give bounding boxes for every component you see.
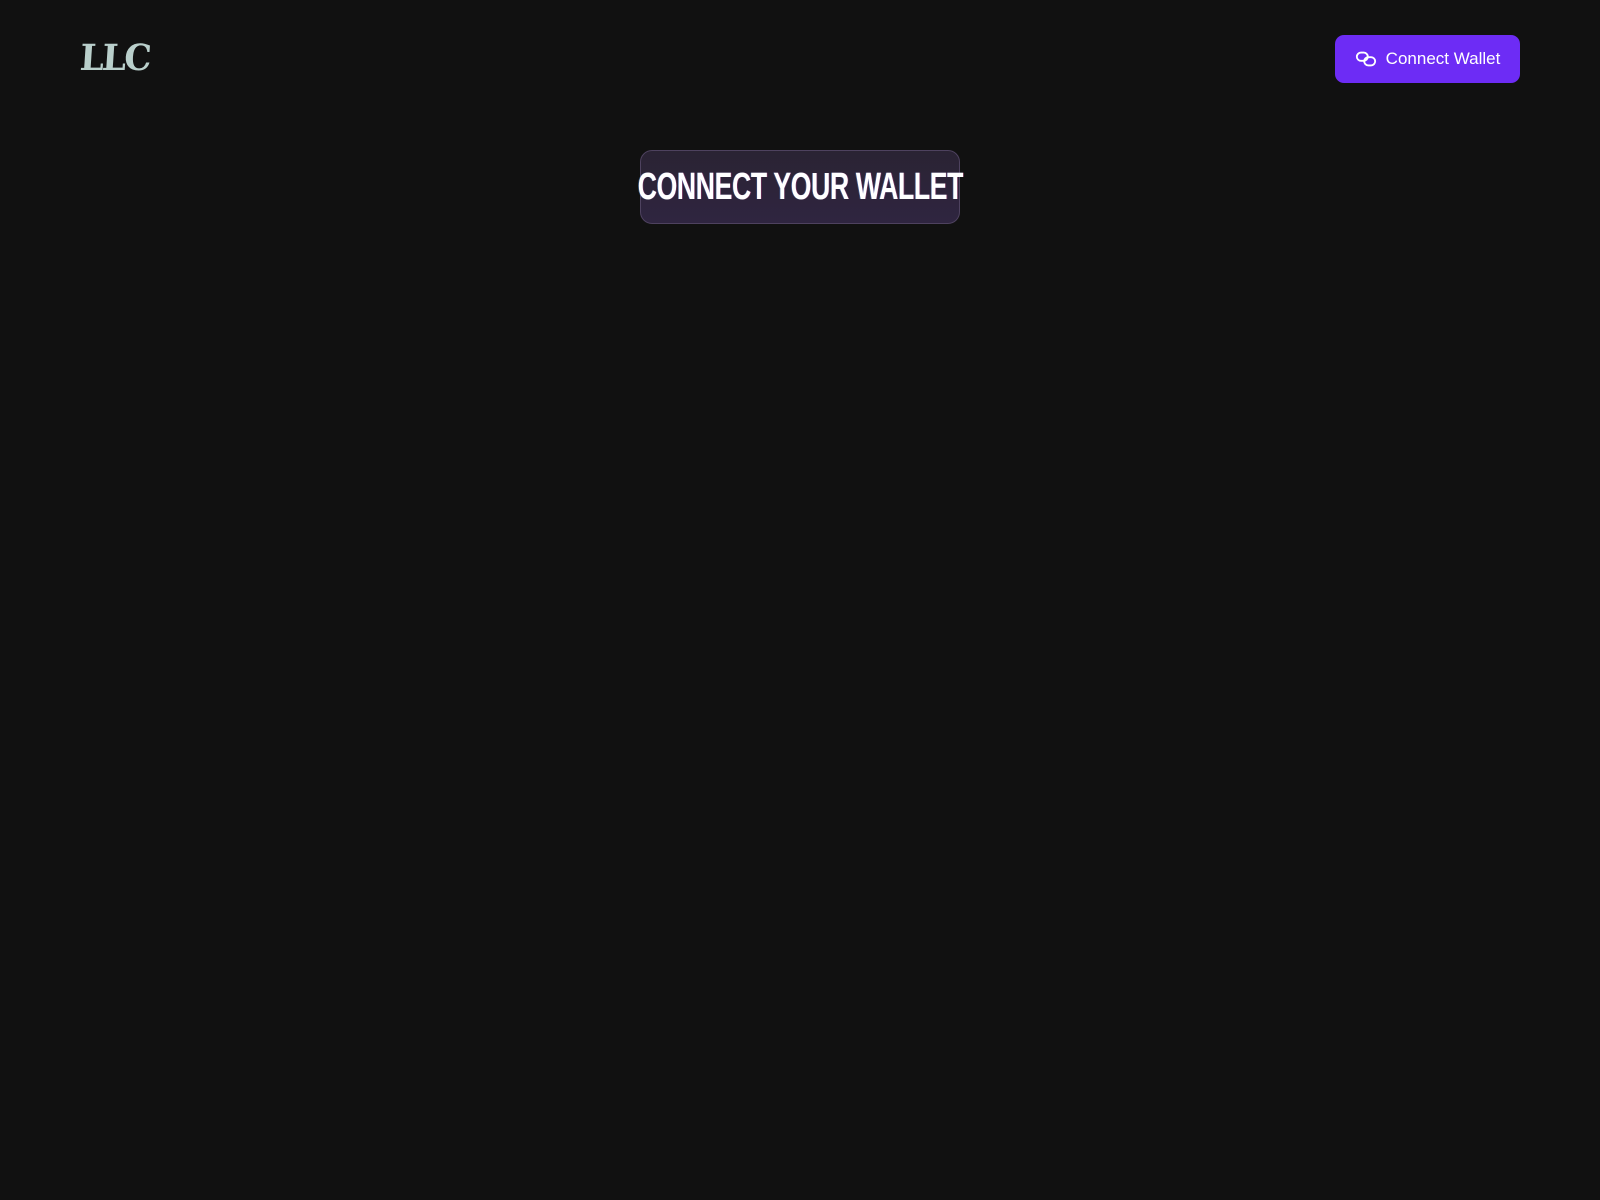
page-title: CONNECT YOUR WALLET — [637, 166, 963, 208]
connect-wallet-banner: CONNECT YOUR WALLET — [637, 150, 963, 224]
header: LLC Connect Wallet — [0, 0, 1600, 120]
logo[interactable]: LLC — [79, 37, 151, 79]
connect-wallet-button[interactable]: Connect Wallet — [1335, 35, 1520, 83]
link-icon — [1355, 48, 1377, 70]
connect-wallet-label: Connect Wallet — [1385, 49, 1501, 68]
